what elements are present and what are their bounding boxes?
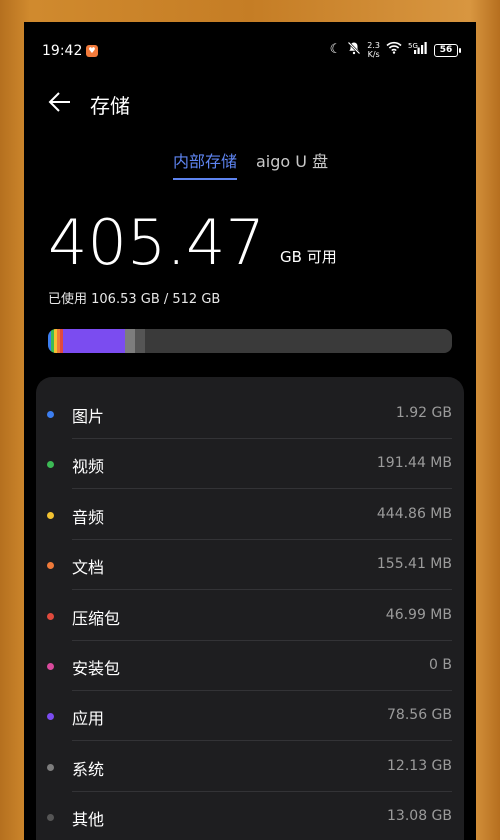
storage-bar-segment (134, 329, 145, 353)
category-label: 文档 (72, 558, 105, 578)
category-label: 压缩包 (72, 608, 121, 628)
category-label: 视频 (72, 457, 105, 477)
category-color-dot (47, 411, 54, 418)
tab-usb-drive[interactable]: aigo U 盘 (256, 148, 328, 178)
net-speed-unit: K/s (367, 50, 380, 59)
status-icons: ☾ 2.3 K/s 5G 56 (329, 40, 461, 60)
category-color-dot (47, 713, 54, 721)
storage-usage-bar (48, 329, 452, 353)
category-color-dot (47, 663, 54, 670)
category-color-dot (47, 612, 54, 620)
back-button[interactable] (46, 88, 74, 116)
storage-bar-segment (63, 329, 125, 353)
list-item[interactable]: 应用 78.56 GB (36, 691, 464, 742)
category-color-dot (47, 461, 54, 469)
category-size: 155.41 MB (376, 556, 452, 573)
net-speed-value: 2.3 (367, 41, 380, 50)
list-item[interactable]: 安装包 0 B (36, 641, 464, 691)
category-size: 1.92 GB (395, 405, 452, 421)
list-item[interactable]: 系统 12.13 GB (36, 742, 464, 792)
category-size: 191.44 MB (376, 455, 452, 472)
list-item[interactable]: 文档 155.41 MB (36, 540, 464, 591)
category-label: 系统 (72, 759, 105, 779)
list-item[interactable]: 视频 191.44 MB (36, 439, 464, 490)
page-title: 存储 (90, 94, 130, 118)
list-item[interactable]: 其他 13.08 GB (36, 792, 464, 840)
storage-tabs: 内部存储 aigo U 盘 (24, 148, 476, 180)
category-color-dot (47, 814, 54, 822)
arrow-left-icon (48, 92, 70, 112)
list-item[interactable]: 压缩包 46.99 MB (36, 591, 464, 641)
category-size: 444.86 MB (376, 505, 452, 522)
free-space-unit: GB 可用 (280, 248, 337, 266)
category-color-dot (47, 763, 54, 771)
tab-internal-storage[interactable]: 内部存储 (173, 148, 238, 180)
category-label: 音频 (72, 507, 105, 527)
free-space-value: 405.47 (48, 206, 265, 279)
bell-muted-icon (347, 41, 361, 60)
status-time: 19:42 (42, 43, 83, 59)
phone-screen: 19:42 ♥ ☾ 2.3 K/s 5G 56 存储 内部存储 aigo U 盘… (24, 22, 476, 840)
list-item[interactable]: 图片 1.92 GB (36, 389, 464, 439)
moon-icon: ☾ (329, 42, 342, 57)
wifi-icon (386, 41, 402, 59)
category-list: 图片 1.92 GB 视频 191.44 MB 音频 444.86 MB 文档 155.41 … (36, 377, 464, 840)
category-color-dot (47, 511, 54, 519)
used-space-text: 已使用 106.53 GB / 512 GB (48, 292, 221, 307)
category-size: 13.08 GB (387, 808, 452, 825)
category-size: 12.13 GB (387, 757, 452, 774)
category-label: 安装包 (72, 659, 121, 678)
notification-app-icon: ♥ (86, 45, 98, 57)
storage-bar-segment (124, 329, 135, 353)
storage-summary: 405.47 GB 可用 (48, 210, 448, 276)
cellular-signal-icon: 5G (408, 41, 428, 59)
net-speed: 2.3 K/s (367, 41, 380, 59)
status-bar: 19:42 ♥ ☾ 2.3 K/s 5G 56 (24, 22, 476, 78)
category-label: 其他 (72, 810, 105, 830)
category-color-dot (47, 562, 54, 570)
category-size: 78.56 GB (387, 707, 452, 724)
battery-level: 56 (439, 44, 453, 55)
category-size: 0 B (429, 657, 452, 673)
signal-type-label: 5G (408, 42, 418, 50)
category-size: 46.99 MB (385, 606, 452, 623)
battery-icon: 56 (434, 43, 461, 57)
category-label: 图片 (72, 407, 105, 426)
list-item[interactable]: 音频 444.86 MB (36, 490, 464, 540)
page-header: 存储 (24, 80, 476, 124)
category-label: 应用 (72, 709, 105, 729)
